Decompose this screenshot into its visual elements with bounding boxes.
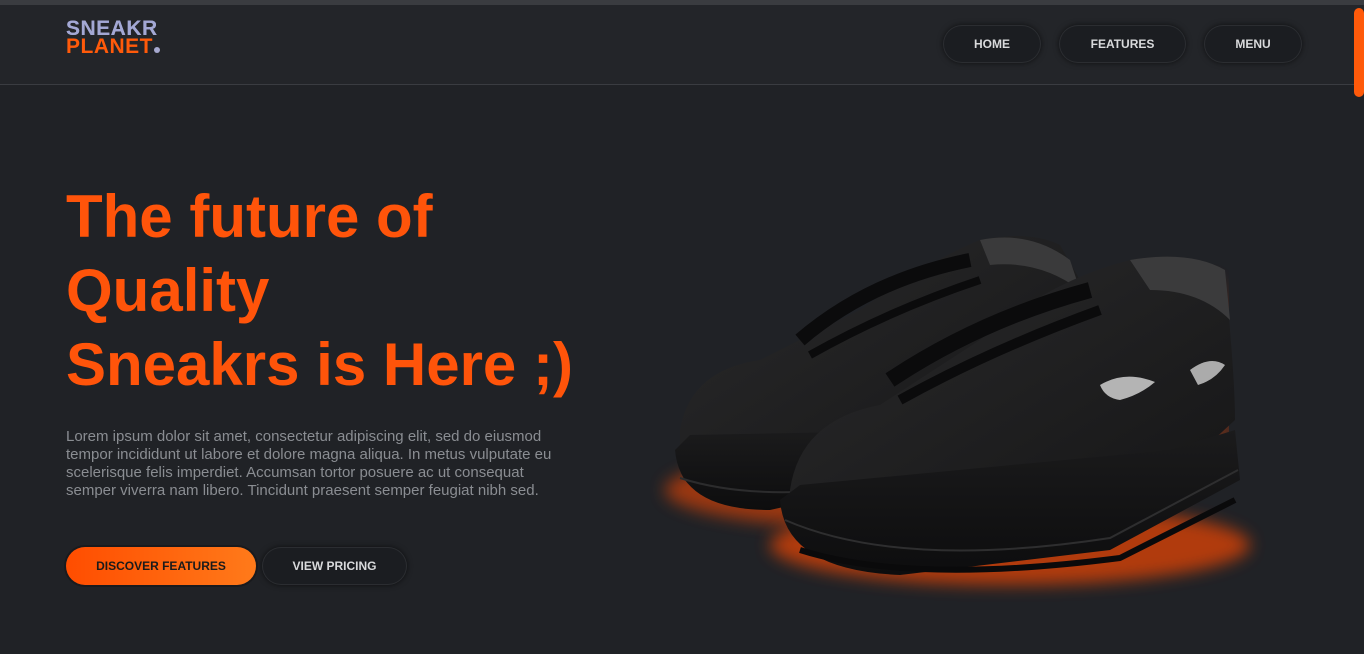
sneakers-image [650, 220, 1270, 620]
logo-dot-icon [154, 47, 160, 53]
brand-line-2: PLANET [66, 36, 160, 57]
discover-features-button[interactable]: DISCOVER FEATURES [66, 547, 256, 585]
hero-description: Lorem ipsum dolor sit amet, consectetur … [66, 428, 552, 499]
nav-menu-button[interactable]: MENU [1204, 25, 1302, 63]
brand-logo[interactable]: SNEAKR PLANET [66, 18, 160, 57]
black-sneakers-icon [665, 236, 1250, 585]
view-pricing-button[interactable]: VIEW PRICING [262, 547, 407, 585]
main-navigation: HOME FEATURES MENU [943, 25, 1302, 63]
scrollbar-thumb[interactable] [1354, 8, 1364, 97]
nav-features-button[interactable]: FEATURES [1059, 25, 1186, 63]
hero-title-line-1: The future of [66, 183, 433, 250]
nav-home-button[interactable]: HOME [943, 25, 1041, 63]
hero-title-line-3: Sneakrs is Here ;) [66, 331, 573, 398]
hero-title: The future of Quality Sneakrs is Here ;) [66, 180, 646, 402]
hero-title-line-2: Quality [66, 257, 270, 324]
site-header: SNEAKR PLANET HOME FEATURES MENU [0, 5, 1364, 85]
